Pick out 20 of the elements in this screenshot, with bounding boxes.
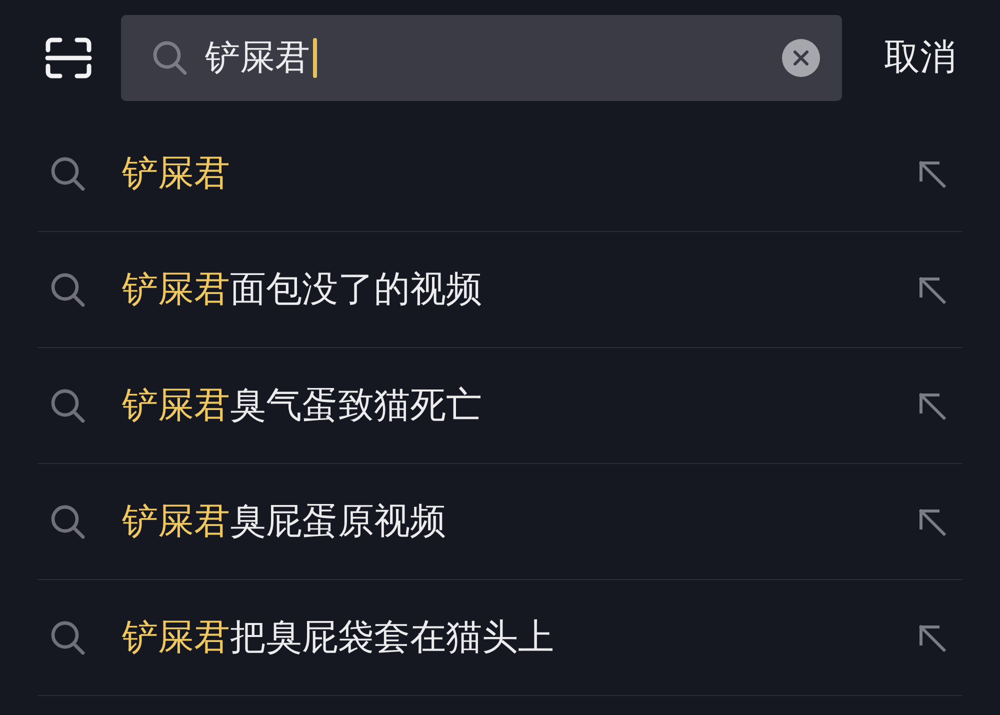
search-icon	[50, 272, 86, 308]
suggestion-text[interactable]: 铲屎君臭屁蛋原视频	[122, 500, 446, 544]
search-icon	[50, 504, 86, 540]
arrow-up-left-icon[interactable]	[917, 622, 947, 652]
arrow-up-left-icon[interactable]	[917, 506, 947, 536]
search-field[interactable]: 铲屎君	[121, 15, 842, 101]
search-icon	[50, 156, 86, 192]
cancel-button[interactable]: 取消	[884, 36, 956, 80]
scan-icon[interactable]	[45, 37, 92, 79]
arrow-up-left-icon[interactable]	[917, 390, 947, 420]
suggestion-text[interactable]: 铲屎君臭气蛋致猫死亡	[122, 384, 482, 428]
arrow-up-left-icon[interactable]	[917, 274, 947, 304]
suggestion-text[interactable]: 铲屎君	[122, 152, 230, 196]
clear-icon[interactable]	[782, 39, 820, 77]
arrow-up-left-icon[interactable]	[917, 158, 947, 188]
search-icon	[152, 40, 188, 76]
search-icon	[50, 620, 86, 656]
suggestion-text[interactable]: 铲屎君面包没了的视频	[122, 268, 482, 312]
suggestion-text[interactable]: 铲屎君把臭屁袋套在猫头上	[122, 616, 554, 660]
search-icon	[50, 388, 86, 424]
